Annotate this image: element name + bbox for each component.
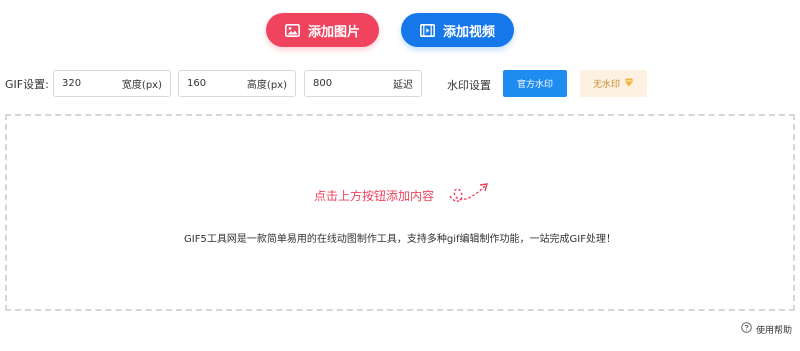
- watermark-settings-label: 水印设置: [447, 79, 491, 92]
- official-watermark-button[interactable]: 官方水印: [503, 70, 567, 97]
- add-image-button[interactable]: 添加图片: [266, 13, 379, 47]
- add-video-label: 添加视频: [442, 24, 495, 40]
- delay-value: 800: [313, 78, 333, 89]
- diamond-icon: [624, 78, 634, 90]
- height-unit: 高度(px): [246, 80, 287, 91]
- height-field[interactable]: 160 高度(px): [178, 70, 296, 97]
- settings-row: GIF设置: 320 宽度(px) 160 高度(px) 800 延迟 水印设置…: [0, 70, 800, 97]
- delay-field[interactable]: 800 延迟: [304, 70, 422, 97]
- upload-drop-area[interactable]: 点击上方按钮添加内容 GIF5工具网是一款简单易用的在线动图制作工具，支持多种g…: [5, 114, 795, 311]
- hint-line: 点击上方按钮添加内容: [7, 182, 793, 204]
- width-value: 320: [62, 78, 82, 89]
- no-watermark-label: 无水印: [592, 80, 620, 90]
- add-content-hint: 点击上方按钮添加内容: [314, 189, 435, 203]
- film-icon: [419, 23, 435, 37]
- no-watermark-button[interactable]: 无水印: [580, 70, 647, 97]
- width-unit: 宽度(px): [121, 80, 162, 91]
- help-link[interactable]: 使用帮助: [741, 322, 792, 336]
- gif-settings-label: GIF设置:: [5, 78, 49, 91]
- help-label: 使用帮助: [756, 325, 793, 336]
- add-video-button[interactable]: 添加视频: [401, 13, 514, 47]
- add-image-label: 添加图片: [307, 24, 360, 40]
- height-value: 160: [187, 78, 207, 89]
- width-field[interactable]: 320 宽度(px): [53, 70, 171, 97]
- curly-arrow-icon: [447, 176, 493, 210]
- tool-description: GIF5工具网是一款简单易用的在线动图制作工具，支持多种gif编辑制作功能，一站…: [184, 234, 616, 245]
- image-icon: [284, 23, 300, 37]
- question-circle-icon: [741, 322, 752, 336]
- official-watermark-label: 官方水印: [516, 80, 553, 90]
- delay-unit: 延迟: [393, 80, 413, 91]
- top-action-bar: 添加图片 添加视频: [0, 13, 800, 47]
